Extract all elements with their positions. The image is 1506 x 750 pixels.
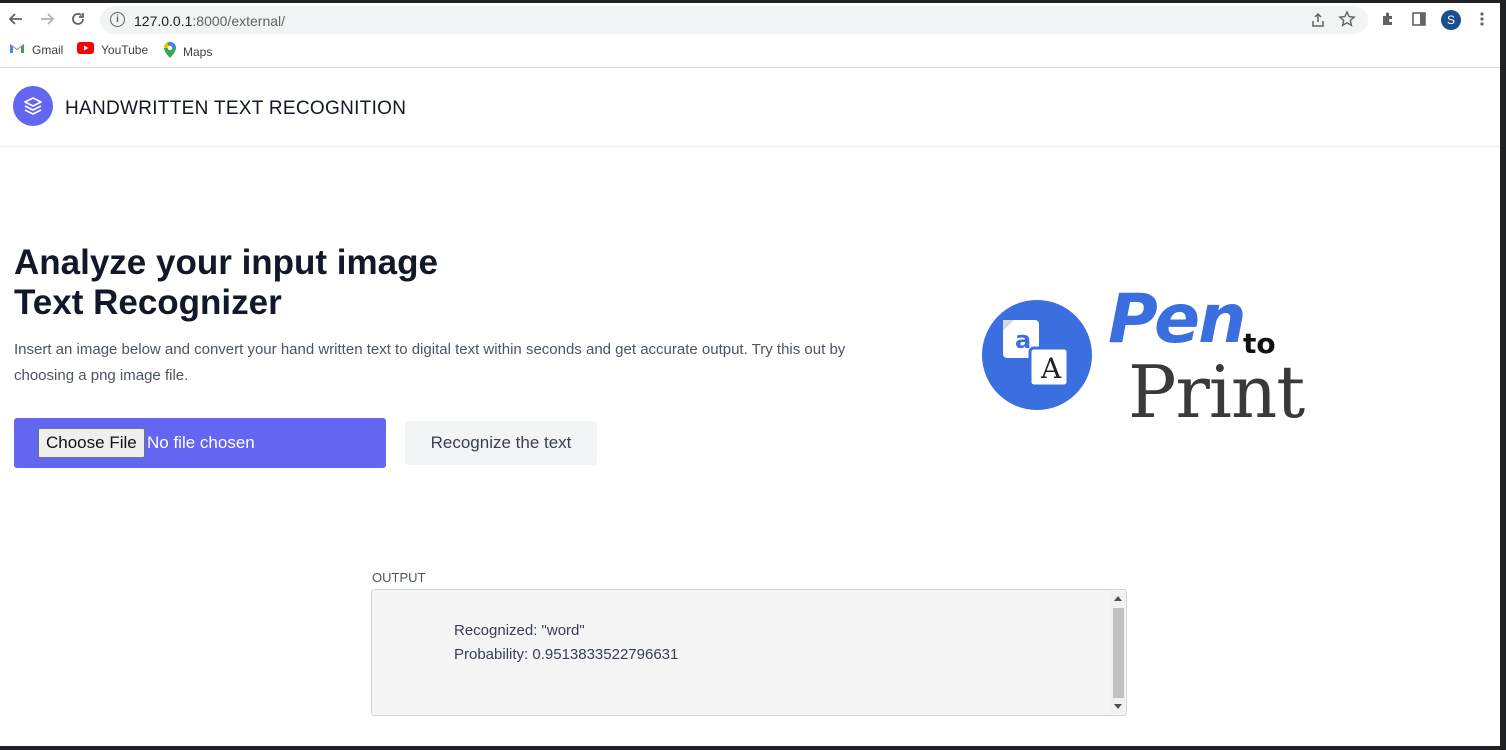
address-url: 127.0.0.1:8000/external/ <box>134 13 285 29</box>
logo-badge-large: A <box>1041 352 1062 385</box>
output-scrollbar[interactable] <box>1110 591 1125 714</box>
youtube-icon <box>77 42 94 57</box>
url-host: 127.0.0.1 <box>134 13 193 29</box>
window-frame-bottom <box>0 746 1506 750</box>
bookmark-youtube[interactable]: YouTube <box>77 42 148 57</box>
bookmarks-bar: Gmail YouTube Maps <box>0 38 1500 62</box>
bookmark-gmail[interactable]: Gmail <box>9 42 63 57</box>
probability-text: Probability: 0.9513833522796631 <box>454 646 679 663</box>
gmail-icon <box>9 42 25 57</box>
scroll-down-arrow-icon[interactable] <box>1114 704 1122 709</box>
logo-print-text: Print <box>1128 350 1305 434</box>
page-title: Analyze your input image Text Recognizer <box>14 243 438 323</box>
file-status-text: No file chosen <box>147 433 255 452</box>
output-label: OUTPUT <box>372 570 426 585</box>
page-title-line1: Analyze your input image <box>14 243 438 282</box>
bookmark-maps[interactable]: Maps <box>164 42 212 61</box>
recognized-text: Recognized: "word" <box>454 622 585 639</box>
logo-badge-small: a <box>1015 326 1032 354</box>
file-upload-area[interactable]: Choose File No file chosen <box>14 418 386 468</box>
layers-logo-icon[interactable] <box>13 86 53 126</box>
address-bar[interactable]: i 127.0.0.1:8000/external/ <box>100 6 1368 34</box>
choose-file-button[interactable]: Choose File <box>38 428 145 458</box>
url-rest: :8000/external/ <box>192 13 286 29</box>
browser-toolbar: i 127.0.0.1:8000/external/ S <box>0 3 1500 35</box>
page-description: Insert an image below and convert your h… <box>14 341 846 384</box>
bookmark-label: YouTube <box>101 42 149 57</box>
extensions-icon[interactable] <box>1378 9 1398 29</box>
page-title-line2: Text Recognizer <box>14 283 282 322</box>
scroll-thumb[interactable] <box>1113 608 1124 698</box>
share-icon[interactable] <box>1310 12 1326 28</box>
menu-icon[interactable] <box>1472 9 1492 29</box>
app-header: HANDWRITTEN TEXT RECOGNITION <box>0 68 1500 147</box>
bookmark-label: Maps <box>183 44 213 59</box>
window-frame-right <box>1500 0 1506 750</box>
scroll-up-arrow-icon[interactable] <box>1114 596 1122 601</box>
site-info-icon[interactable]: i <box>110 12 125 27</box>
logo-pen-text: Pen <box>1108 280 1247 359</box>
app-title[interactable]: HANDWRITTEN TEXT RECOGNITION <box>65 98 406 120</box>
star-icon[interactable] <box>1338 10 1356 28</box>
profile-avatar[interactable]: S <box>1441 10 1461 30</box>
reload-icon[interactable] <box>68 9 88 29</box>
maps-icon <box>164 42 176 61</box>
back-icon[interactable] <box>6 9 26 29</box>
bookmark-label: Gmail <box>32 42 64 57</box>
forward-icon[interactable] <box>37 9 57 29</box>
output-textarea[interactable]: Recognized: "word" Probability: 0.951383… <box>371 589 1127 716</box>
recognize-button[interactable]: Recognize the text <box>405 421 597 465</box>
side-panel-icon[interactable] <box>1409 9 1429 29</box>
